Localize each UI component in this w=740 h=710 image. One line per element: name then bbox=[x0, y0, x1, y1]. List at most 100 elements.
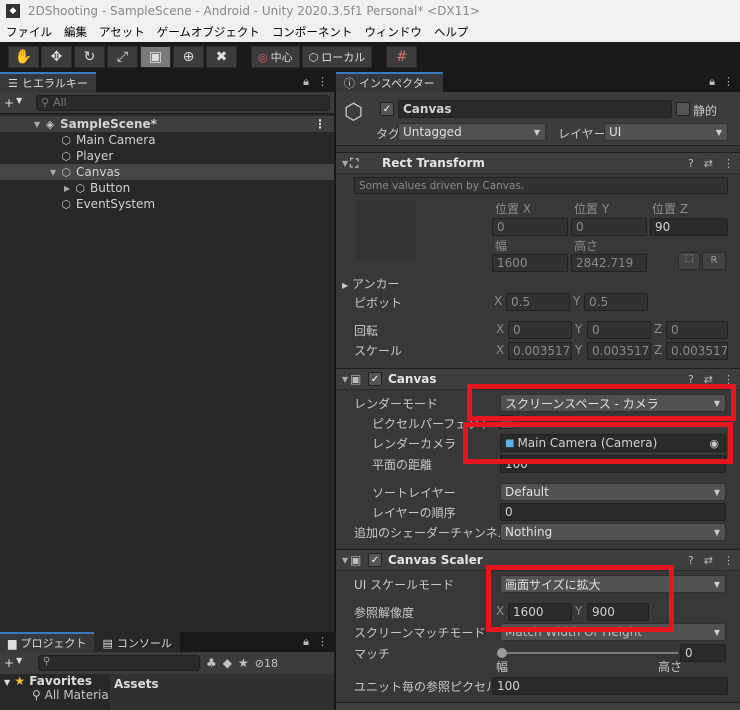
filter-type-icon[interactable]: ♣ bbox=[206, 656, 217, 670]
presets-icon[interactable]: ⇄ bbox=[704, 157, 713, 170]
lock-icon[interactable]: 🔒︎ bbox=[709, 75, 715, 89]
help-icon[interactable]: ? bbox=[688, 373, 694, 386]
more-options-icon[interactable]: ⋮ bbox=[317, 635, 328, 649]
assets-breadcrumb[interactable]: Assets bbox=[110, 674, 334, 710]
layer-dropdown[interactable]: UI bbox=[604, 123, 728, 141]
active-checkbox[interactable]: ✓ bbox=[380, 102, 394, 116]
match-slider-knob[interactable] bbox=[497, 648, 507, 658]
expand-arrow-icon[interactable]: ▶ bbox=[64, 184, 74, 193]
collapse-arrow-icon[interactable]: ▼ bbox=[336, 556, 350, 565]
hierarchy-item-player[interactable]: ⬡ Player bbox=[0, 148, 334, 164]
canvas-header[interactable]: ▼ ▣ ✓ Canvas ? ⇄ ⋮ bbox=[336, 368, 740, 390]
more-options-icon[interactable]: ⋮ bbox=[314, 117, 326, 131]
object-name-field[interactable]: Canvas bbox=[398, 100, 672, 118]
scale-tool-icon[interactable]: ⤢ bbox=[107, 46, 138, 68]
presets-icon[interactable]: ⇄ bbox=[704, 554, 713, 567]
object-picker-icon[interactable]: ◉ bbox=[709, 437, 719, 450]
create-button[interactable]: + ▼ bbox=[4, 96, 32, 110]
anchor-foldout[interactable]: ▶ アンカー bbox=[342, 275, 400, 292]
custom-tool-icon[interactable]: ✖ bbox=[206, 46, 237, 68]
more-options-icon[interactable]: ⋮ bbox=[723, 75, 734, 89]
shader-channels-dropdown[interactable]: Nothing bbox=[500, 523, 726, 541]
hierarchy-item-canvas[interactable]: ▼ ⬡ Canvas bbox=[0, 164, 334, 180]
static-checkbox[interactable] bbox=[676, 102, 690, 116]
render-camera-field[interactable]: ■ Main Camera (Camera) ◉ bbox=[500, 434, 726, 452]
tab-project[interactable]: ▆ プロジェクト bbox=[0, 632, 95, 652]
help-icon[interactable]: ? bbox=[688, 554, 694, 567]
menu-edit[interactable]: 編集 bbox=[58, 24, 93, 40]
folder-icon: ▆ bbox=[8, 636, 17, 650]
menu-file[interactable]: ファイル bbox=[0, 24, 58, 40]
presets-icon[interactable]: ⇄ bbox=[704, 373, 713, 386]
canvas-enabled-checkbox[interactable]: ✓ bbox=[368, 372, 382, 386]
menu-help[interactable]: ヘルプ bbox=[428, 24, 475, 40]
tag-dropdown[interactable]: Untagged bbox=[398, 123, 546, 141]
lock-icon[interactable]: 🔒︎ bbox=[303, 635, 309, 649]
project-search-input[interactable]: ⚲ bbox=[38, 655, 200, 671]
gameobject-icon: ⬡ bbox=[61, 165, 71, 179]
create-asset-button[interactable]: + ▼ bbox=[4, 656, 32, 670]
reference-ppu-field[interactable]: 100 bbox=[492, 677, 728, 695]
transform-tool-icon[interactable]: ⊕ bbox=[173, 46, 204, 68]
canvas-scaler-header[interactable]: ▼ ▣ ✓ Canvas Scaler ? ⇄ ⋮ bbox=[336, 549, 740, 571]
rect-transform-header[interactable]: ▼ ⛶ Rect Transform ? ⇄ ⋮ bbox=[336, 152, 740, 174]
tab-hierarchy[interactable]: ☰ ヒエラルキー bbox=[0, 72, 96, 92]
favorites-item[interactable]: ▼ ★ Favorites bbox=[4, 674, 110, 688]
favorites-all-materials[interactable]: ⚲ All Materia bbox=[4, 688, 110, 702]
more-options-icon[interactable]: ⋮ bbox=[723, 554, 734, 567]
expand-arrow-icon[interactable]: ▼ bbox=[34, 120, 44, 129]
cube-icon: ⬡ bbox=[308, 50, 319, 64]
hand-tool-icon[interactable]: ✋ bbox=[8, 46, 39, 68]
rotate-tool-icon[interactable]: ↻ bbox=[74, 46, 105, 68]
more-options-icon[interactable]: ⋮ bbox=[317, 75, 328, 89]
pixel-perfect-checkbox[interactable] bbox=[500, 415, 514, 429]
tab-inspector[interactable]: ⓘ インスペクター bbox=[336, 72, 443, 92]
help-icon[interactable]: ? bbox=[688, 157, 694, 170]
more-options-icon[interactable]: ⋮ bbox=[723, 373, 734, 386]
menu-assets[interactable]: アセット bbox=[93, 24, 151, 40]
scene-row[interactable]: ▼ ◈ SampleScene* ⋮ bbox=[0, 116, 334, 132]
hidden-packages-icon[interactable]: ⊘18 bbox=[255, 657, 278, 670]
menu-component[interactable]: コンポーネント bbox=[266, 24, 359, 40]
tab-console[interactable]: ▤ コンソール bbox=[94, 632, 180, 652]
rot-z-field: 0 bbox=[666, 321, 728, 339]
canvas-scaler-enabled-checkbox[interactable]: ✓ bbox=[368, 553, 382, 567]
reference-x-field[interactable]: 1600 bbox=[508, 603, 572, 621]
match-slider-track[interactable] bbox=[502, 652, 678, 654]
rect-tool-icon[interactable]: ▣ bbox=[140, 46, 171, 68]
rot-x-field: 0 bbox=[508, 321, 572, 339]
menu-window[interactable]: ウィンドウ bbox=[358, 24, 428, 40]
pos-z-field[interactable]: 90 bbox=[650, 218, 728, 236]
expand-arrow-icon[interactable]: ▼ bbox=[50, 168, 60, 177]
raw-edit-button[interactable]: R bbox=[702, 252, 726, 270]
screen-match-mode-dropdown[interactable]: Match Width Or Height bbox=[500, 623, 726, 641]
collapse-arrow-icon[interactable]: ▼ bbox=[336, 159, 350, 168]
move-tool-icon[interactable]: ✥ bbox=[41, 46, 72, 68]
ui-scale-mode-dropdown[interactable]: 画面サイズに拡大 bbox=[500, 575, 726, 593]
next-component-header[interactable] bbox=[336, 702, 740, 710]
search-icon: ⚲ bbox=[43, 656, 51, 667]
hierarchy-item-eventsystem[interactable]: ⬡ EventSystem bbox=[0, 196, 334, 212]
blueprint-mode-button[interactable]: ⬚ bbox=[678, 252, 700, 270]
width-field: 1600 bbox=[492, 254, 568, 272]
match-value-field[interactable]: 0 bbox=[680, 644, 726, 662]
lock-icon[interactable]: 🔒︎ bbox=[303, 75, 309, 89]
collapse-arrow-icon[interactable]: ▼ bbox=[336, 375, 350, 384]
space-toggle-button[interactable]: ⬡ ローカル bbox=[301, 46, 373, 68]
order-in-layer-field[interactable]: 0 bbox=[500, 503, 726, 521]
more-options-icon[interactable]: ⋮ bbox=[723, 157, 734, 170]
render-mode-dropdown[interactable]: スクリーンスペース - カメラ bbox=[500, 394, 726, 412]
grid-snap-icon[interactable]: # bbox=[386, 46, 418, 68]
filter-label-icon[interactable]: ◆ bbox=[223, 656, 232, 670]
favorite-star-icon[interactable]: ★ bbox=[238, 656, 249, 670]
reference-y-field[interactable]: 900 bbox=[587, 603, 649, 621]
pivot-toggle-button[interactable]: ◎ 中心 bbox=[251, 46, 300, 68]
hierarchy-item-button[interactable]: ▶ ⬡ Button bbox=[0, 180, 334, 196]
hierarchy-item-main-camera[interactable]: ⬡ Main Camera bbox=[0, 132, 334, 148]
hierarchy-search-input[interactable]: ⚲ All bbox=[36, 94, 330, 111]
expand-arrow-icon[interactable]: ▼ bbox=[4, 678, 10, 687]
plane-distance-field[interactable]: 100 bbox=[500, 455, 726, 473]
sorting-layer-dropdown[interactable]: Default bbox=[500, 483, 726, 501]
menu-gameobject[interactable]: ゲームオブジェクト bbox=[151, 24, 266, 40]
anchor-preset-box[interactable] bbox=[356, 200, 416, 260]
